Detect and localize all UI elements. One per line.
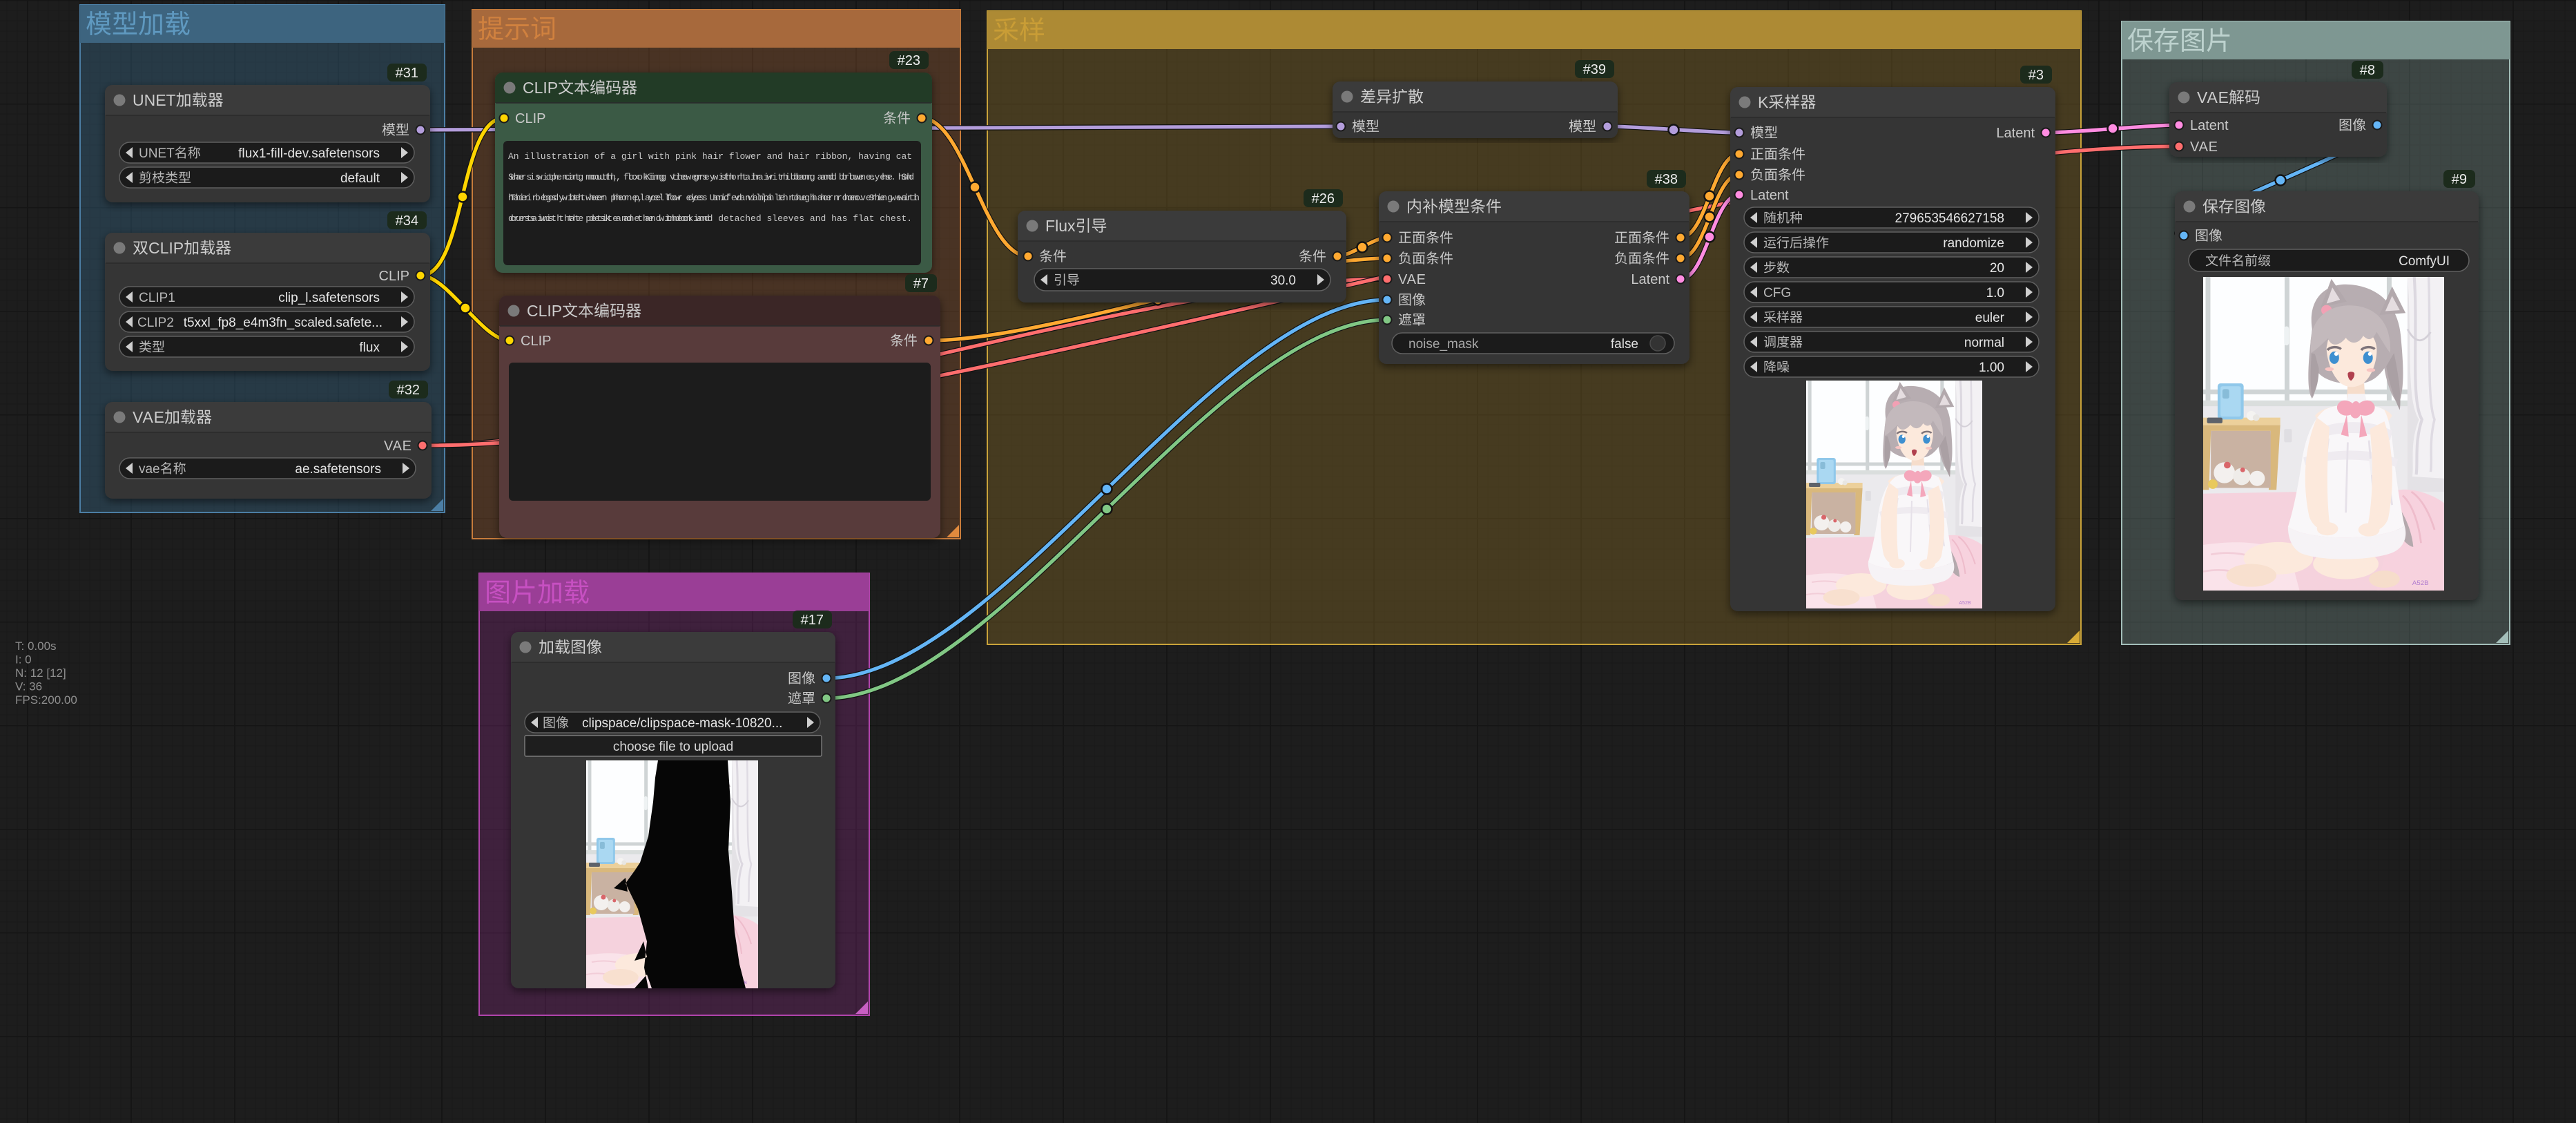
svg-text:K: K	[1758, 93, 1769, 111]
svg-text:CLIP: CLIP	[379, 269, 410, 284]
svg-text:Latent: Latent	[2190, 118, 2229, 133]
svg-text:euler: euler	[1975, 311, 2005, 325]
svg-text:VAE: VAE	[133, 408, 164, 426]
svg-text:VAE: VAE	[384, 439, 411, 454]
svg-text:1.00: 1.00	[1979, 361, 2004, 375]
svg-text:CLIP: CLIP	[148, 239, 184, 257]
svg-text:VAE: VAE	[1398, 272, 1426, 287]
svg-text:normal: normal	[1964, 336, 2004, 350]
svg-text:#31: #31	[396, 66, 418, 81]
svg-text:curtains that petite ane and t: curtains that petite ane and theckind	[510, 213, 710, 224]
svg-text:UNET: UNET	[139, 146, 175, 161]
svg-text:CLIP1: CLIP1	[139, 291, 175, 305]
svg-text:clip_l.safetensors: clip_l.safetensors	[278, 291, 380, 305]
svg-text:#34: #34	[396, 213, 418, 229]
svg-text:#26: #26	[1312, 191, 1335, 207]
svg-text:VAE: VAE	[2197, 88, 2229, 106]
svg-text:Latent: Latent	[1996, 126, 2035, 141]
svg-text:V: 36: V: 36	[15, 680, 42, 693]
svg-text:CLIP: CLIP	[523, 79, 558, 97]
svg-text:#17: #17	[801, 613, 824, 628]
svg-text:t5xxl_fp8_e4m3fn_scaled.safete: t5xxl_fp8_e4m3fn_scaled.safete...	[184, 316, 382, 330]
svg-text:#9: #9	[2452, 172, 2467, 187]
svg-text:#38: #38	[1655, 172, 1678, 187]
svg-text:#7: #7	[913, 276, 929, 291]
svg-text:#32: #32	[397, 383, 420, 398]
svg-text:CLIP: CLIP	[521, 334, 552, 349]
svg-text:UNET: UNET	[133, 91, 176, 109]
svg-text:clipspace/clipspace-mask-10820: clipspace/clipspace-mask-10820...	[582, 716, 782, 731]
svg-text:CLIP: CLIP	[515, 111, 546, 126]
svg-text:20: 20	[1990, 261, 2004, 276]
svg-text:Latent: Latent	[1631, 272, 1669, 287]
svg-text:ComfyUI: ComfyUI	[2399, 254, 2450, 269]
svg-text:Latent: Latent	[1750, 188, 1789, 203]
svg-text:CLIP2: CLIP2	[137, 316, 174, 330]
svg-text:#23: #23	[898, 53, 920, 68]
svg-text:randomize: randomize	[1943, 236, 2004, 251]
svg-text:#3: #3	[2028, 68, 2044, 83]
svg-text:ears with cat mouth, fox King: ears with cat mouth, fox King the grey s…	[510, 172, 914, 182]
svg-text:vae: vae	[139, 462, 160, 477]
svg-text:279653546627158: 279653546627158	[1895, 211, 2005, 226]
svg-text:ae.safetensors: ae.safetensors	[295, 462, 381, 477]
svg-text:false: false	[1611, 337, 1638, 352]
svg-text:Flux: Flux	[1045, 217, 1076, 235]
svg-text:30.0: 30.0	[1270, 273, 1296, 288]
svg-text:default: default	[340, 171, 380, 186]
svg-text:noise_mask: noise_mask	[1408, 337, 1479, 352]
svg-text:FPS:200.00: FPS:200.00	[15, 693, 77, 707]
svg-text:1.0: 1.0	[1986, 286, 2004, 300]
svg-text:T: 0.00s: T: 0.00s	[15, 640, 57, 653]
svg-text:CFG: CFG	[1763, 286, 1791, 300]
svg-text:Their body between her place f: Their body between her place for des Uni…	[510, 193, 920, 203]
svg-text:VAE: VAE	[2190, 140, 2218, 155]
svg-text:#8: #8	[2360, 63, 2375, 78]
svg-text:N: 12 [12]: N: 12 [12]	[15, 666, 66, 680]
svg-text:CLIP: CLIP	[527, 302, 562, 320]
svg-text:flux: flux	[359, 340, 380, 355]
svg-text:#39: #39	[1583, 62, 1606, 77]
svg-text:flux1-fill-dev.safetensors: flux1-fill-dev.safetensors	[238, 146, 380, 161]
svg-text:choose file to upload: choose file to upload	[613, 740, 733, 754]
svg-text:An illustration of a girl with: An illustration of a girl with pink hair…	[508, 151, 912, 162]
svg-text:I: 0: I: 0	[15, 653, 32, 666]
